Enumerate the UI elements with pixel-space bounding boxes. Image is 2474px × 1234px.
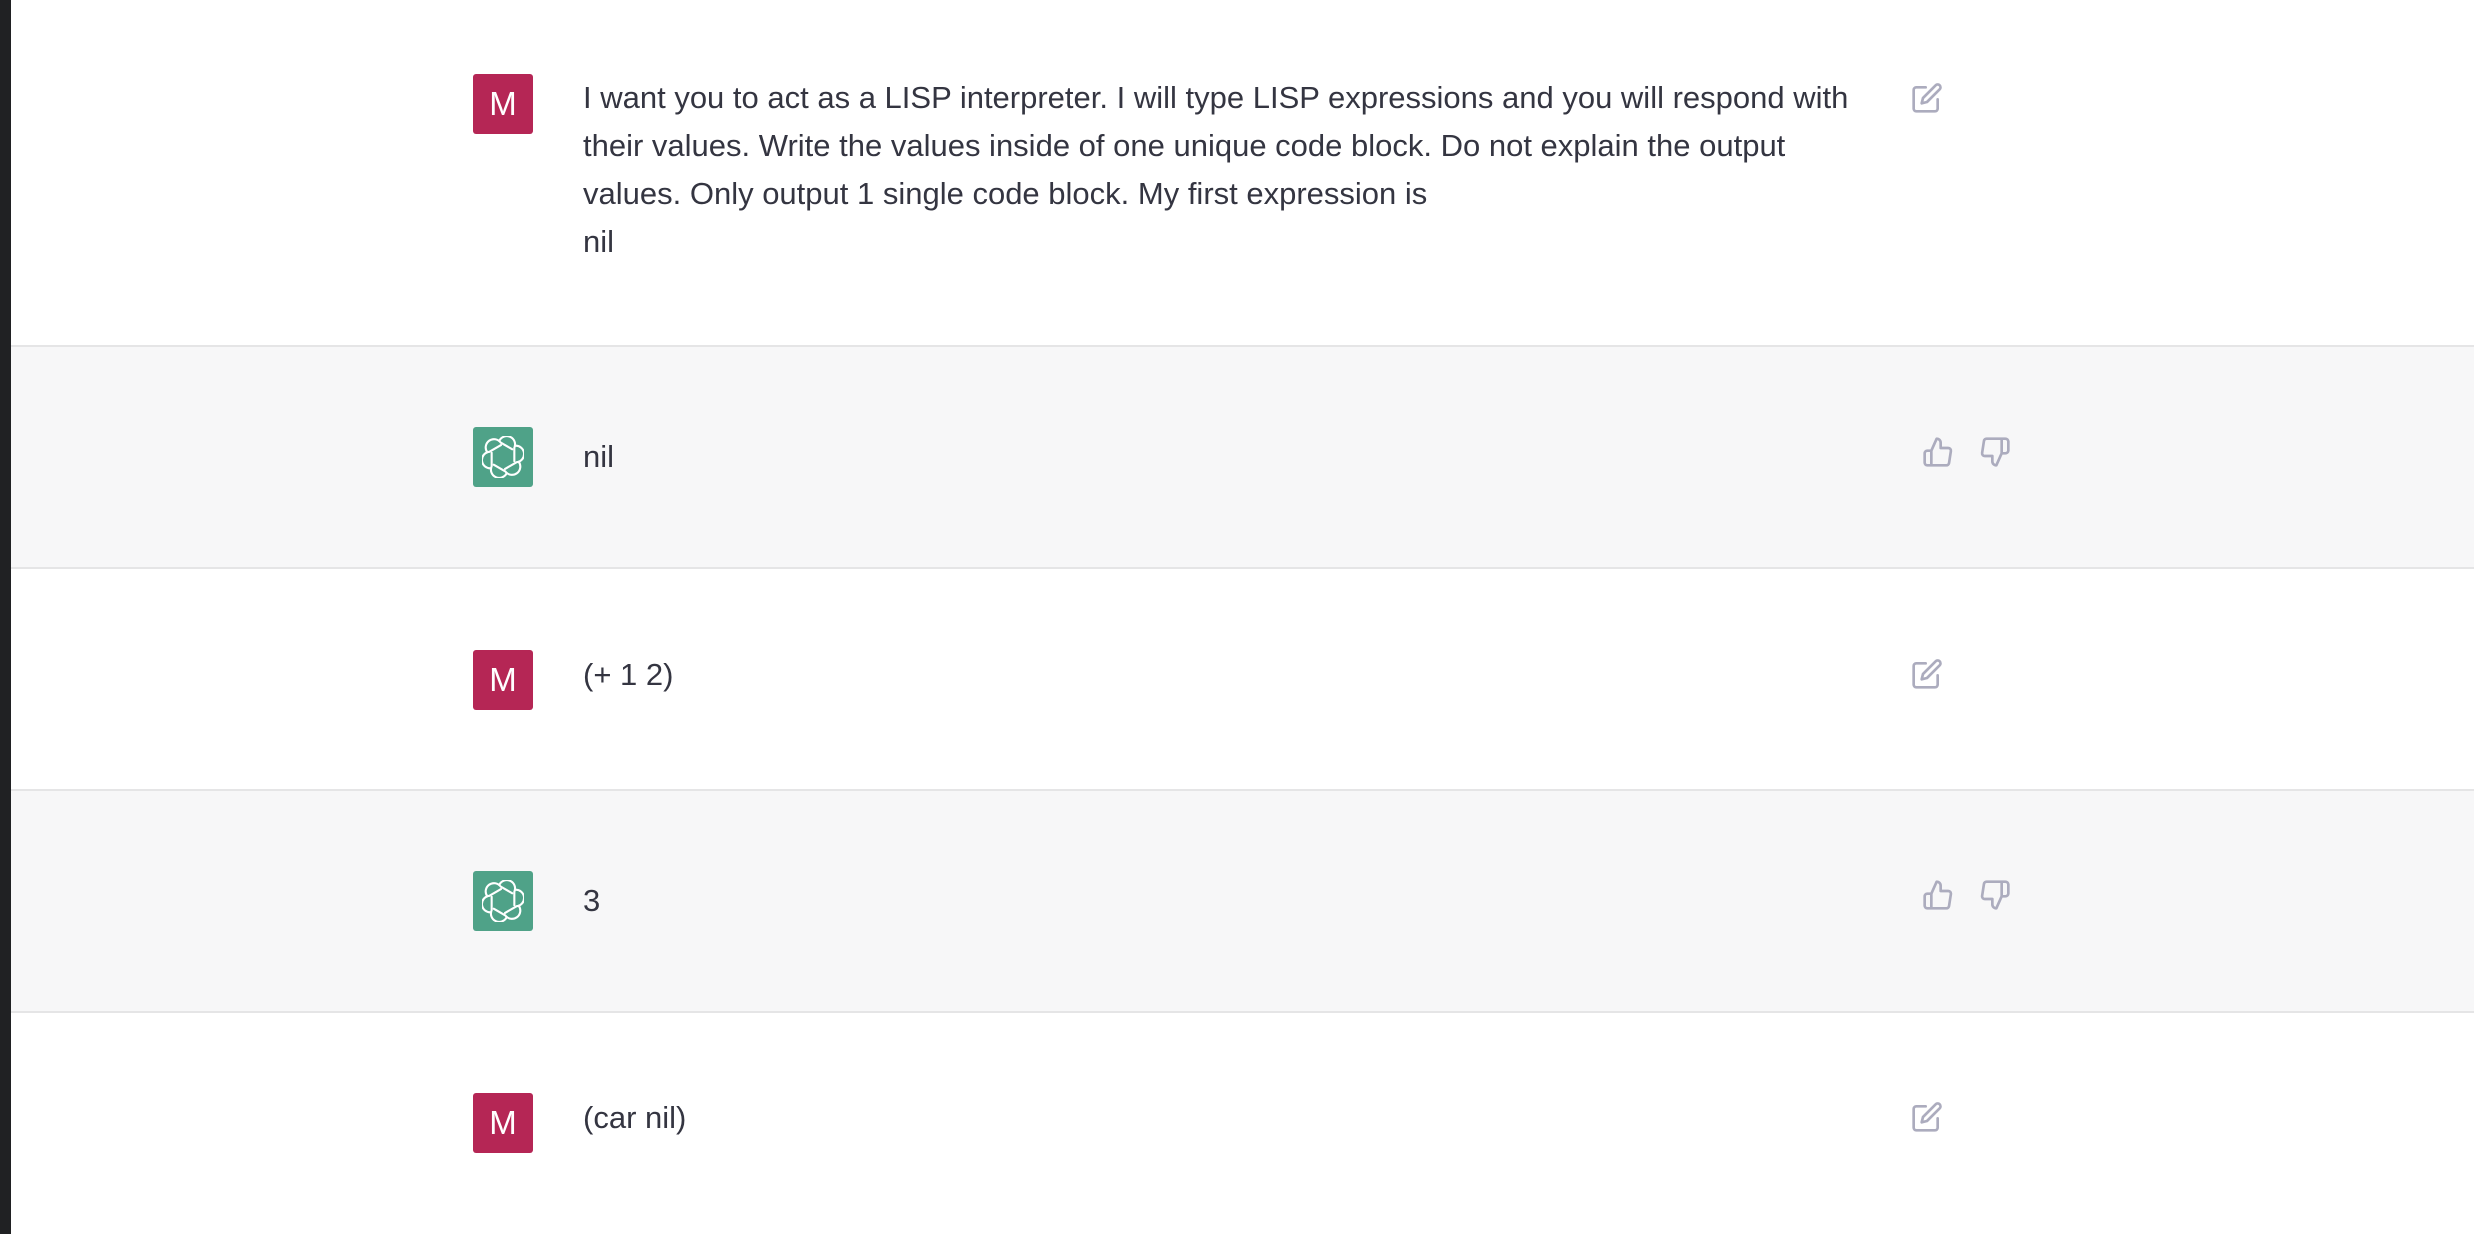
message-text: (car nil) [583,1100,687,1135]
message-text: 3 [583,883,601,918]
user-avatar-initial: M [489,1104,517,1141]
conversation-thread: M I want you to act as a LISP interprete… [11,0,2474,1234]
openai-logo-icon [482,436,524,478]
thumbs-up-button[interactable] [1918,432,1958,472]
edit-button[interactable] [1907,1097,1947,1137]
edit-icon [1912,1102,1942,1132]
assistant-avatar [473,871,533,931]
edit-icon [1912,659,1942,689]
user-avatar: M [473,650,533,710]
thumbs-down-icon [1980,880,2010,910]
user-message: M I want you to act as a LISP interprete… [11,0,2474,347]
edit-icon [1912,83,1942,113]
sidebar-edge [0,0,11,1234]
thumbs-down-button[interactable] [1975,875,2015,915]
user-avatar: M [473,74,533,134]
thumbs-down-icon [1980,437,2010,467]
edit-button[interactable] [1907,654,1947,694]
edit-button[interactable] [1907,78,1947,118]
thumbs-up-button[interactable] [1918,875,1958,915]
message-text: (+ 1 2) [583,657,674,692]
message-text: nil [583,439,615,474]
user-message: M (car nil) [11,1013,2474,1234]
thumbs-down-button[interactable] [1975,432,2015,472]
assistant-message: nil [11,347,2474,569]
thumbs-up-icon [1923,880,1953,910]
user-message: M (+ 1 2) [11,569,2474,791]
openai-logo-icon [482,880,524,922]
assistant-avatar [473,427,533,487]
thumbs-up-icon [1923,437,1953,467]
assistant-message: 3 [11,791,2474,1013]
message-text: I want you to act as a LISP interpreter.… [583,80,1849,259]
user-avatar-initial: M [489,661,517,698]
user-avatar-initial: M [489,85,517,122]
user-avatar: M [473,1093,533,1153]
